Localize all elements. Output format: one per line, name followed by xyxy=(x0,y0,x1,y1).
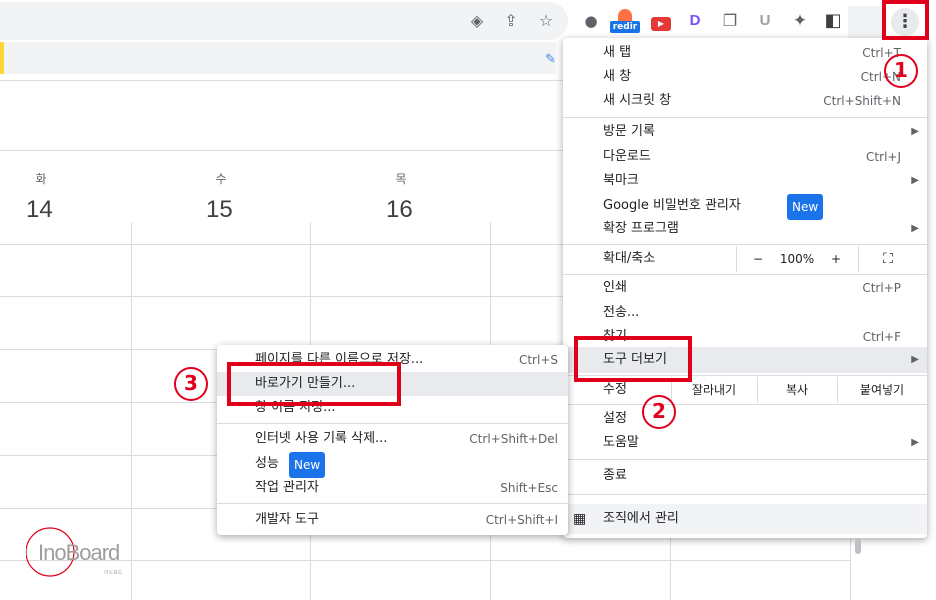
annotation-box-create-shortcut xyxy=(227,362,401,406)
fullscreen-icon[interactable]: ⛶ xyxy=(873,246,903,272)
paste-button[interactable]: 붙여넣기 xyxy=(837,377,927,403)
day-number[interactable]: 16 xyxy=(386,196,413,224)
chevron-right-icon: ▶ xyxy=(911,437,919,448)
day-column-divider xyxy=(670,538,671,600)
divider xyxy=(0,402,217,403)
menu-item-passwords[interactable]: Google 비밀번호 관리자 New xyxy=(563,194,927,220)
menu-item-dev-tools[interactable]: 개발자 도구 Ctrl+Shift+I xyxy=(217,508,568,532)
diamond-icon[interactable]: ◈ xyxy=(466,10,488,32)
copy-extension-icon[interactable]: ❐ xyxy=(718,9,742,33)
divider xyxy=(0,296,563,297)
menu-item-new-window[interactable]: 새 창 Ctrl+N xyxy=(563,65,927,89)
menu-separator xyxy=(217,503,568,504)
menu-separator xyxy=(563,494,927,495)
divider xyxy=(0,80,563,81)
d-extension-icon[interactable]: D xyxy=(683,9,707,33)
chevron-right-icon: ▶ xyxy=(911,175,919,186)
toolbar-spacer xyxy=(848,6,882,38)
annotation-step-3: 3 xyxy=(174,367,208,401)
menu-separator xyxy=(563,244,927,245)
menu-item-clear-data[interactable]: 인터넷 사용 기록 삭제... Ctrl+Shift+Del xyxy=(217,427,568,451)
youtube-extension-icon[interactable]: ▶ xyxy=(649,9,673,33)
menu-separator xyxy=(563,117,927,118)
menu-separator xyxy=(563,274,927,275)
day-name: 목 xyxy=(395,172,407,186)
building-icon: ▦ xyxy=(573,511,587,527)
zoom-out-button[interactable]: − xyxy=(743,246,773,272)
scrollbar-thumb[interactable] xyxy=(855,538,861,554)
zoom-in-button[interactable]: + xyxy=(821,246,851,272)
divider xyxy=(0,244,563,245)
annotation-step-2: 2 xyxy=(642,395,676,429)
menu-item-help[interactable]: 도움말 ▶ xyxy=(563,431,927,455)
u-extension-icon[interactable]: U xyxy=(753,9,777,33)
browser-toolbar: ◈ ⇪ ☆ ● redir ▶ D ❐ U ✦ ◧ ⋮ xyxy=(0,0,936,42)
day-name: 화 xyxy=(35,172,47,186)
menu-item-managed[interactable]: ▦ 조직에서 관리 xyxy=(563,504,927,534)
menu-item-incognito[interactable]: 새 시크릿 창 Ctrl+Shift+N xyxy=(563,89,927,113)
chrome-main-menu: 새 탭 Ctrl+T 새 창 Ctrl+N 새 시크릿 창 Ctrl+Shift+N … xyxy=(563,38,927,554)
divider xyxy=(0,455,217,456)
menu-item-print[interactable]: 인쇄 Ctrl+P xyxy=(563,276,927,300)
menu-item-history[interactable]: 방문 기록 ▶ xyxy=(563,120,927,144)
divider xyxy=(0,349,217,350)
copy-button[interactable]: 복사 xyxy=(757,377,837,403)
menu-item-performance[interactable]: 성능 New xyxy=(217,452,568,478)
menu-item-new-tab[interactable]: 새 탭 Ctrl+T xyxy=(563,41,927,65)
new-badge: New xyxy=(289,452,326,478)
menu-item-task-manager[interactable]: 작업 관리자 Shift+Esc xyxy=(217,476,568,500)
divider xyxy=(0,150,563,151)
menu-item-downloads[interactable]: 다운로드 Ctrl+J xyxy=(563,145,927,169)
share-icon[interactable]: ⇪ xyxy=(500,10,522,32)
zoom-level: 100% xyxy=(779,252,815,266)
chevron-right-icon: ▶ xyxy=(911,354,919,365)
menu-item-settings[interactable]: 설정 xyxy=(563,407,927,431)
menu-item-exit[interactable]: 종료 xyxy=(563,464,927,488)
pen-icon[interactable]: ✎ xyxy=(545,52,556,67)
chevron-right-icon: ▶ xyxy=(911,223,919,234)
annotation-step-1: 1 xyxy=(884,54,918,88)
chevron-right-icon: ▶ xyxy=(911,126,919,137)
menu-item-cast[interactable]: 전송... xyxy=(563,301,927,325)
menu-item-extensions[interactable]: 확장 프로그램 ▶ xyxy=(563,217,927,241)
robot-extension-icon[interactable]: ● xyxy=(579,9,603,33)
bookmarks-bar xyxy=(0,42,556,74)
inoboard-logo: InoBoard 이노보드 xyxy=(25,522,146,582)
day-number[interactable]: 15 xyxy=(206,196,233,224)
star-icon[interactable]: ☆ xyxy=(535,10,557,32)
svg-text:이노보드: 이노보드 xyxy=(104,569,123,576)
redir-extension-icon[interactable]: redir xyxy=(610,9,640,33)
day-number[interactable]: 14 xyxy=(26,196,53,224)
sidepanel-icon[interactable]: ◧ xyxy=(821,9,845,33)
menu-separator xyxy=(563,459,927,460)
menu-item-zoom: 확대/축소 − 100% + ⛶ xyxy=(563,246,927,272)
annotation-box-more-tools xyxy=(574,336,692,382)
annotation-box-menu-button xyxy=(882,0,929,40)
menu-item-bookmarks[interactable]: 북마크 ▶ xyxy=(563,169,927,193)
divider xyxy=(0,508,217,509)
puzzle-icon[interactable]: ✦ xyxy=(788,9,812,33)
menu-separator xyxy=(217,423,568,424)
svg-text:InoBoard: InoBoard xyxy=(38,540,119,565)
redir-label: redir xyxy=(610,21,640,33)
day-name: 수 xyxy=(215,172,227,186)
menu-separator xyxy=(563,404,927,405)
day-column-divider xyxy=(850,538,851,600)
